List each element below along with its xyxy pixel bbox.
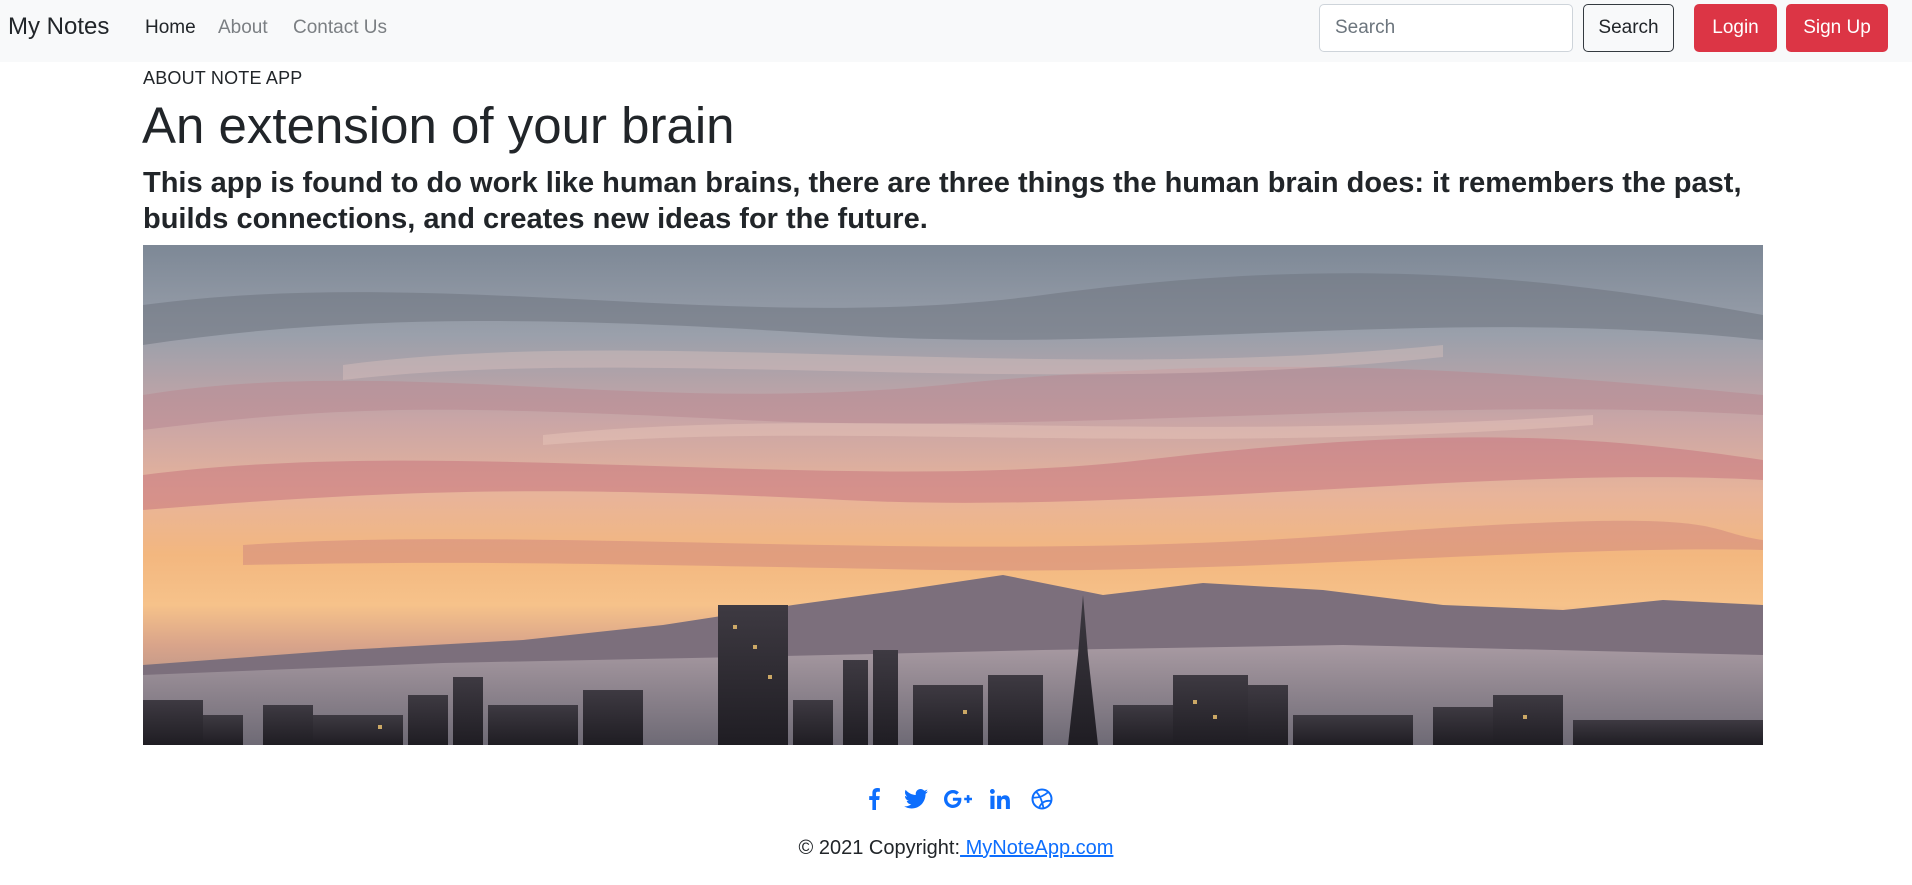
social-links <box>860 784 1056 814</box>
signup-button[interactable]: Sign Up <box>1786 4 1888 52</box>
copyright: © 2021 Copyright: MyNoteApp.com <box>0 837 1912 860</box>
nav-link-home[interactable]: Home <box>145 17 196 39</box>
copyright-link[interactable]: MyNoteApp.com <box>960 837 1114 859</box>
dribbble-icon[interactable] <box>1028 785 1056 813</box>
brand-logo[interactable]: My Notes <box>8 13 109 41</box>
search-button[interactable]: Search <box>1583 4 1674 52</box>
twitter-icon[interactable] <box>902 785 930 813</box>
page-title: An extension of your brain <box>142 97 735 154</box>
search-input[interactable] <box>1319 4 1573 52</box>
navbar: My Notes Home About Contact Us Search Lo… <box>0 0 1912 62</box>
login-button[interactable]: Login <box>1694 4 1777 52</box>
linkedin-icon[interactable] <box>986 785 1014 813</box>
nav-link-contact[interactable]: Contact Us <box>293 17 387 39</box>
nav-link-about[interactable]: About <box>218 17 268 39</box>
section-eyebrow: ABOUT NOTE APP <box>143 68 303 88</box>
facebook-icon[interactable] <box>860 785 888 813</box>
copyright-text: © 2021 Copyright: <box>798 837 961 859</box>
google-plus-icon[interactable] <box>944 785 972 813</box>
hero-image <box>143 245 1763 745</box>
lead-paragraph: This app is found to do work like human … <box>143 167 1742 235</box>
